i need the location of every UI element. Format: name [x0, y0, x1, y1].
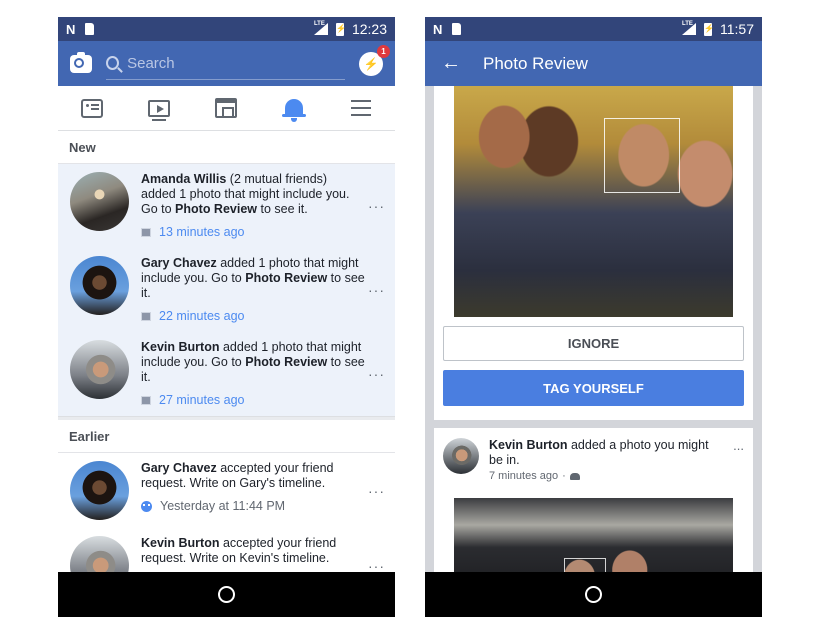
notification-item[interactable]: Kevin Burton added 1 photo that might in… [58, 332, 395, 416]
notification-item[interactable]: Amanda Willis (2 mutual friends) added 1… [58, 164, 395, 248]
post-meta: 7 minutes ago · [489, 470, 744, 482]
notification-text: Amanda Willis (2 mutual friends) added 1… [141, 172, 350, 216]
page-title: Photo Review [483, 53, 588, 73]
notifications-screen: N LTE 12:23 ⚡ 1 New Amanda Willi [58, 17, 395, 617]
messenger-icon: ⚡ [363, 56, 379, 71]
home-button-icon[interactable] [218, 586, 235, 603]
post-text: Kevin Burton added a photo you might be … [489, 438, 709, 467]
avatar[interactable] [70, 172, 129, 231]
photo-review-screen: N LTE 11:57 ← Photo Review IGNORE TAG YO… [425, 17, 762, 617]
face-tag-box[interactable] [604, 118, 680, 193]
sd-card-icon [85, 23, 95, 35]
notification-meta: 22 minutes ago [141, 309, 365, 324]
more-options-button[interactable]: ··· [368, 198, 385, 214]
notification-text: Kevin Burton accepted your friend reques… [141, 536, 337, 565]
news-feed-icon [80, 98, 103, 118]
section-header-new: New [58, 131, 395, 164]
status-time: 12:23 [351, 21, 387, 37]
status-bar: N LTE 11:57 [425, 17, 762, 41]
notification-text: Gary Chavez added 1 photo that might inc… [141, 256, 365, 300]
group-photo[interactable] [454, 86, 733, 317]
meta-separator: · [562, 470, 566, 482]
camera-icon[interactable] [70, 51, 92, 73]
photo-review-card: IGNORE TAG YOURSELF [434, 86, 753, 420]
notification-meta: 13 minutes ago [141, 225, 365, 240]
tab-bar [58, 86, 395, 131]
tab-notifications[interactable] [274, 92, 314, 124]
search-bar[interactable] [106, 48, 345, 80]
search-icon [106, 56, 120, 70]
home-button-icon[interactable] [585, 586, 602, 603]
tab-news-feed[interactable] [72, 92, 112, 124]
system-nav-bar [58, 572, 395, 617]
more-options-button[interactable]: ··· [368, 483, 385, 499]
friends-icon [141, 501, 152, 512]
lte-signal-icon: LTE [682, 21, 696, 35]
status-time: 11:57 [720, 21, 754, 37]
notification-time: Yesterday at 11:44 PM [160, 499, 286, 513]
friends-privacy-icon [569, 472, 580, 480]
n-notification-icon: N [66, 21, 76, 37]
tab-menu[interactable] [341, 92, 381, 124]
avatar[interactable] [70, 340, 129, 399]
battery-charging-icon [335, 22, 346, 36]
video-icon [148, 99, 171, 121]
notification-meta: Yesterday at 11:44 PM [141, 499, 365, 514]
search-input[interactable] [127, 54, 345, 72]
status-bar: N LTE 12:23 [58, 17, 395, 41]
menu-icon [351, 107, 372, 109]
new-notifications-list: Amanda Willis (2 mutual friends) added 1… [58, 164, 395, 416]
notification-time: 22 minutes ago [159, 309, 245, 323]
app-bar: ← Photo Review [425, 41, 762, 86]
back-arrow-icon[interactable]: ← [441, 52, 461, 75]
messenger-button[interactable]: ⚡ 1 [359, 44, 390, 76]
more-options-button[interactable]: ··· [368, 366, 385, 382]
notification-meta: 27 minutes ago [141, 393, 365, 408]
notification-item[interactable]: Gary Chavez accepted your friend request… [58, 453, 395, 528]
n-notification-icon: N [433, 21, 443, 37]
photo-icon [141, 228, 151, 237]
avatar[interactable] [443, 438, 479, 474]
notification-text: Kevin Burton added 1 photo that might in… [141, 340, 365, 384]
notification-item[interactable]: Gary Chavez added 1 photo that might inc… [58, 248, 395, 332]
avatar[interactable] [70, 461, 129, 520]
app-bar: ⚡ 1 [58, 41, 395, 86]
battery-charging-icon [704, 22, 714, 36]
messenger-badge: 1 [377, 44, 390, 58]
tab-marketplace[interactable] [206, 92, 246, 124]
marketplace-icon [215, 98, 238, 118]
tab-watch[interactable] [139, 92, 179, 124]
system-nav-bar [425, 572, 762, 617]
more-options-button[interactable]: ... [733, 438, 744, 453]
photo-icon [141, 396, 151, 405]
sd-card-icon [452, 23, 462, 35]
post-time: 7 minutes ago [489, 470, 559, 482]
avatar[interactable] [70, 256, 129, 315]
notification-text: Gary Chavez accepted your friend request… [141, 461, 334, 490]
notification-time: 27 minutes ago [159, 393, 245, 407]
photo-icon [141, 312, 151, 321]
bell-icon [281, 99, 306, 122]
section-header-earlier: Earlier [58, 420, 395, 453]
notification-time: 13 minutes ago [159, 225, 245, 239]
lte-signal-icon: LTE [313, 21, 328, 35]
tag-yourself-button[interactable]: TAG YOURSELF [443, 370, 744, 406]
post-card: Kevin Burton added a photo you might be … [434, 428, 753, 588]
ignore-button[interactable]: IGNORE [443, 326, 744, 361]
more-options-button[interactable]: ··· [368, 282, 385, 298]
